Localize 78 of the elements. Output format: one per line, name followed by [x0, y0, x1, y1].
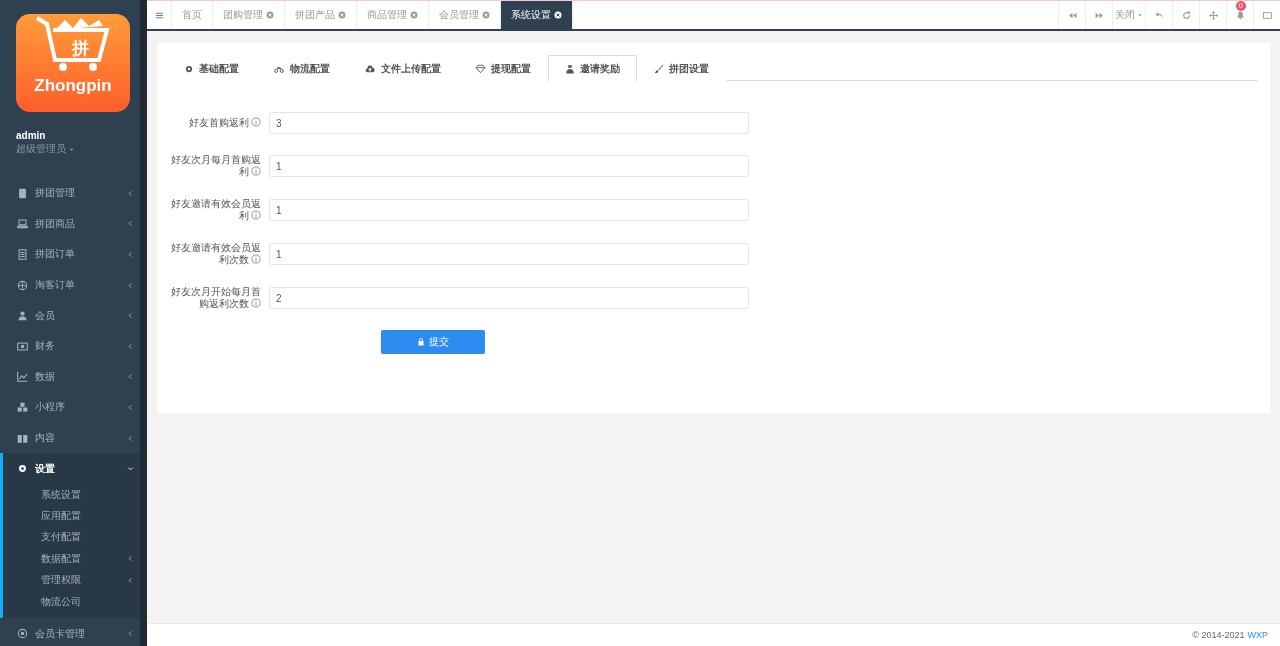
chevron-left-icon	[127, 630, 134, 638]
notification-count: 0	[1235, 1, 1246, 11]
chevron-left-icon	[127, 403, 134, 411]
page-tab[interactable]: 系统设置	[501, 1, 573, 29]
field-label: 好友次月每月首购返利	[170, 154, 262, 178]
menu-item[interactable]: 拼团管理	[0, 178, 140, 209]
move-icon	[1208, 10, 1218, 20]
diamond-icon	[475, 63, 486, 74]
refresh-icon	[1181, 10, 1191, 20]
book-icon	[17, 432, 28, 444]
info-icon	[251, 298, 261, 308]
cloud-upload-icon	[364, 63, 376, 74]
info-icon	[251, 117, 261, 127]
undo-icon	[1154, 10, 1164, 20]
field-label: 好友次月开始每月首购返利次数	[170, 286, 262, 310]
user-name: admin	[16, 130, 47, 141]
double-right-icon	[1094, 10, 1104, 20]
bell-icon	[1235, 10, 1245, 20]
chevron-left-icon	[127, 189, 134, 197]
lock-icon	[417, 338, 425, 346]
chevron-left-icon	[127, 220, 134, 228]
user-icon	[565, 63, 575, 74]
menu-item[interactable]: 设置	[3, 453, 140, 484]
submit-button[interactable]: 提交	[381, 330, 485, 354]
chevron-left-icon	[127, 251, 134, 258]
screen-icon	[1262, 10, 1272, 20]
info-icon	[251, 254, 261, 264]
settings-tab[interactable]: 邀请奖励	[548, 55, 637, 81]
submenu-item[interactable]: 系统设置	[3, 483, 140, 506]
field-label: 好友邀请有效会员返利次数	[170, 242, 262, 266]
logo: 拼 Zhongpin	[16, 14, 130, 112]
chevron-left-icon	[127, 342, 134, 350]
close-dropdown[interactable]: 关闭	[1112, 1, 1145, 29]
chevron-left-icon	[127, 373, 134, 381]
menu-item[interactable]: 数据	[0, 361, 140, 393]
menu-item[interactable]: 财务	[0, 330, 140, 362]
close-icon[interactable]	[554, 11, 562, 19]
submenu-item[interactable]: 支付配置	[3, 526, 140, 549]
input-field[interactable]: 1	[269, 243, 749, 265]
chevron-left-icon	[127, 281, 134, 289]
money-icon	[17, 340, 28, 352]
chevron-left-icon	[127, 312, 134, 320]
cubes-icon	[17, 401, 28, 413]
menu-item[interactable]: 拼团订单	[0, 239, 140, 270]
input-field[interactable]: 3	[269, 112, 749, 134]
caret-icon	[1137, 12, 1143, 18]
document-icon	[17, 249, 28, 260]
field-label: 好友邀请有效会员返利	[170, 198, 262, 222]
copyright-text: © 2014-2021	[1192, 630, 1245, 640]
brush-icon	[654, 63, 664, 74]
chevron-down-icon	[127, 465, 134, 473]
double-left-icon	[1067, 10, 1077, 20]
chevron-left-icon	[127, 434, 134, 442]
menu-item[interactable]: 小程序	[0, 392, 140, 423]
hamburger-icon	[154, 10, 164, 20]
info-icon	[251, 210, 261, 220]
input-field[interactable]: 2	[269, 287, 749, 309]
submenu-item[interactable]: 数据配置	[3, 548, 140, 570]
badge-icon	[17, 628, 28, 640]
server-icon	[17, 187, 28, 199]
menu-item[interactable]: 会员卡管理	[0, 618, 140, 646]
menu-item[interactable]: 拼团商品	[0, 208, 140, 240]
globe-icon	[17, 279, 28, 291]
menu-item[interactable]: 淘客订单	[0, 269, 140, 301]
menu-item[interactable]: 内容	[0, 422, 140, 454]
field-label: 好友首购返利	[167, 117, 269, 129]
input-field[interactable]: 1	[269, 199, 749, 221]
user-role-dropdown[interactable]: 超级管理员	[16, 142, 75, 156]
line-chart-icon	[17, 371, 28, 383]
laptop-icon	[17, 218, 28, 230]
footer-link[interactable]: WXP	[1247, 630, 1268, 640]
menu-item[interactable]: 会员	[0, 300, 140, 331]
submenu-item[interactable]: 应用配置	[3, 505, 140, 527]
info-icon	[251, 166, 261, 176]
submenu-item[interactable]: 物流公司	[3, 590, 140, 613]
user-icon	[17, 310, 28, 322]
input-field[interactable]: 1	[269, 155, 749, 177]
submenu-item[interactable]: 管理权限	[3, 569, 140, 591]
